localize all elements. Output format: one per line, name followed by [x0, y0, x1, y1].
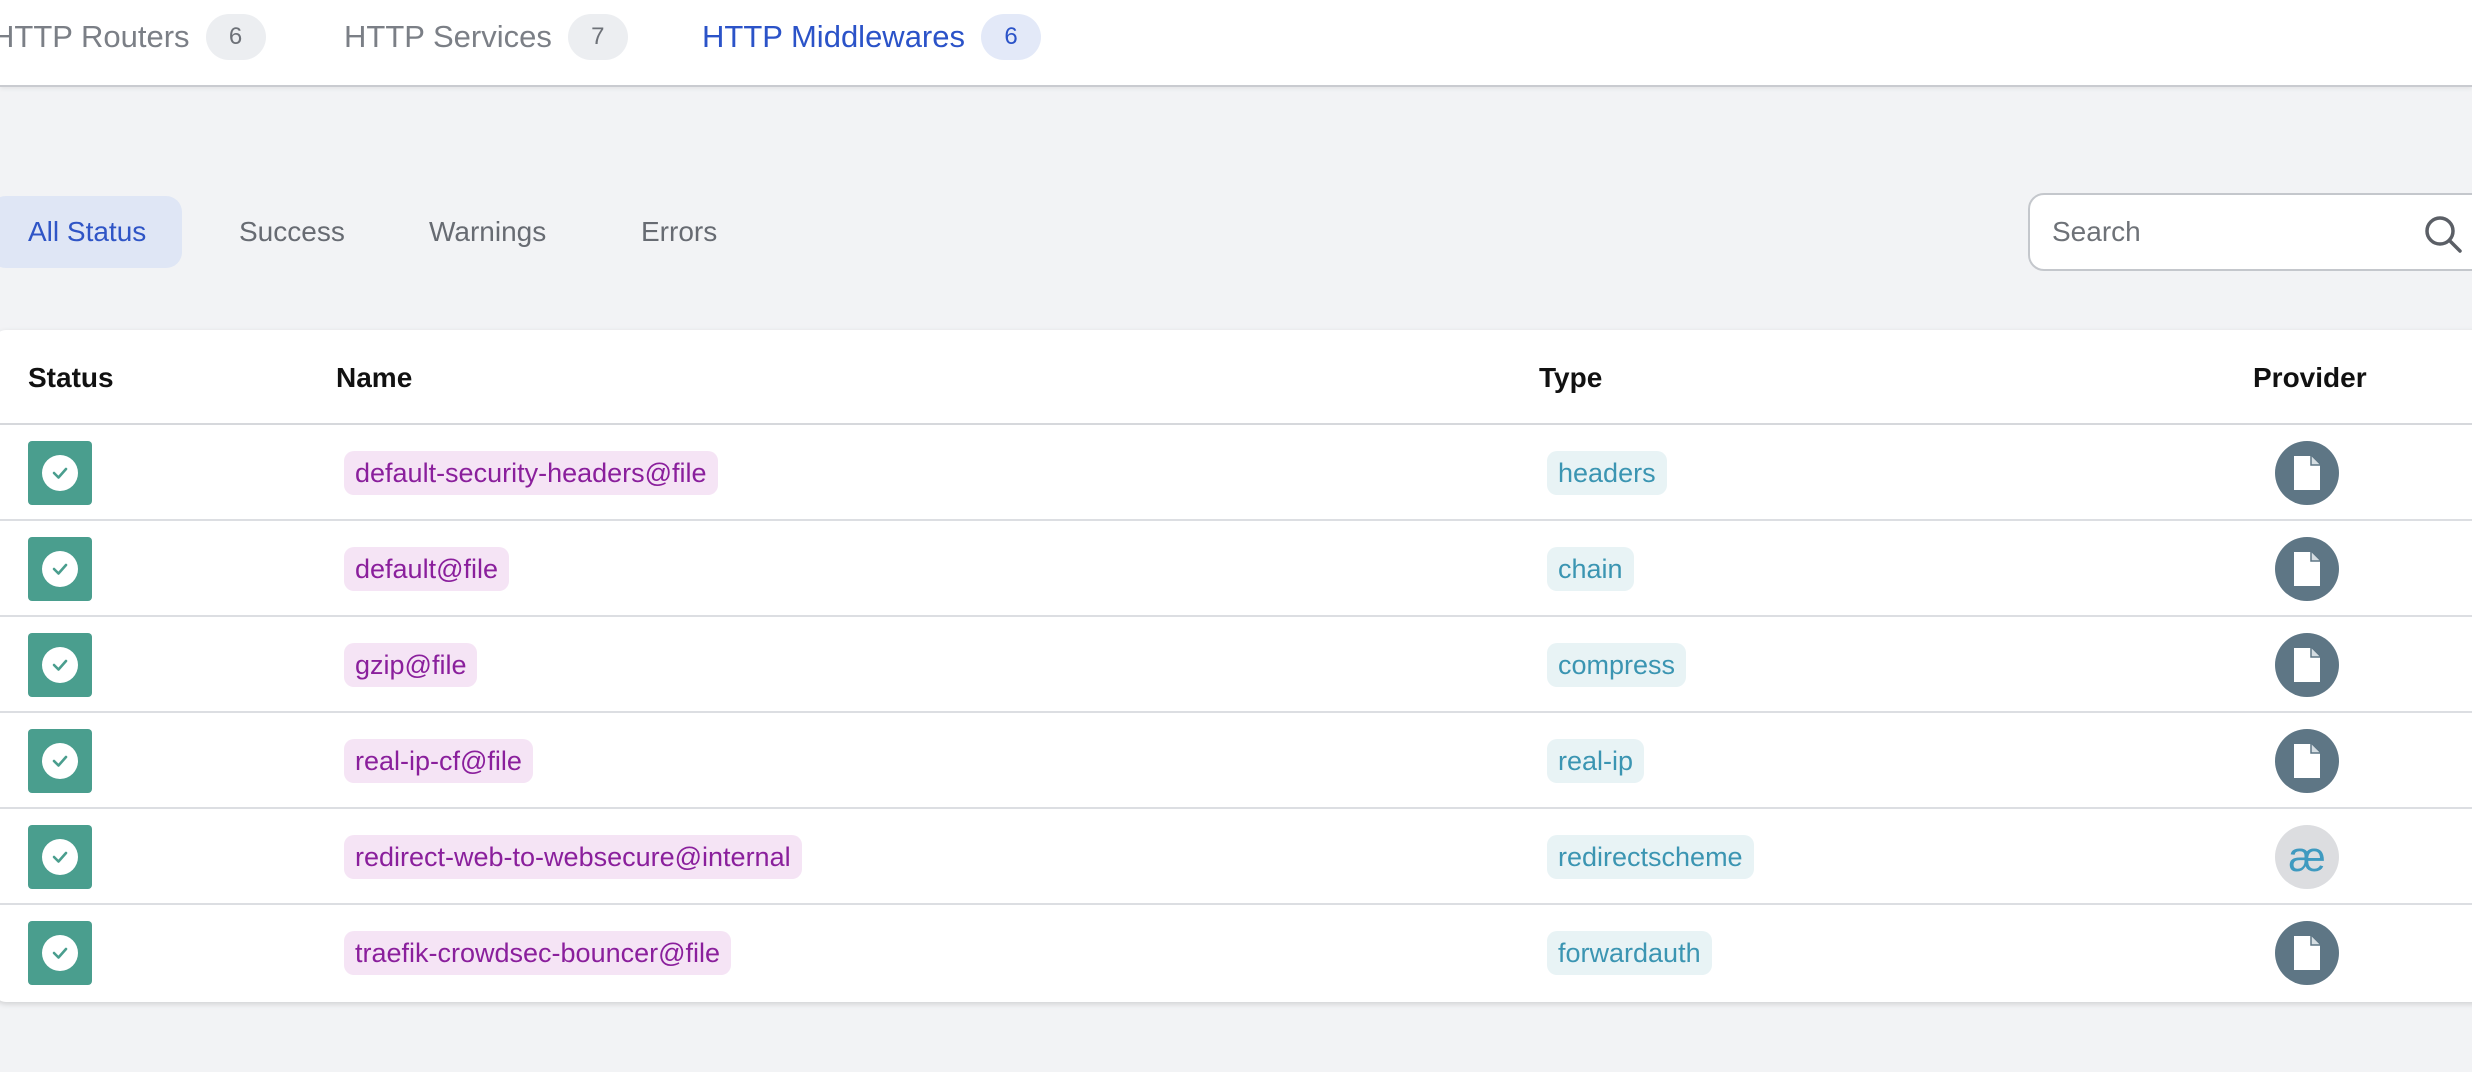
middleware-type: chain [1547, 547, 1634, 591]
check-icon [52, 659, 68, 671]
check-icon [52, 755, 68, 767]
file-provider-icon [2275, 633, 2339, 697]
middleware-name: real-ip-cf@file [344, 739, 533, 783]
search-icon[interactable] [2422, 213, 2464, 255]
middleware-name: default@file [344, 547, 509, 591]
top-tab-bar: HTTP Routers 6 HTTP Services 7 HTTP Midd… [0, 0, 2472, 87]
tab-label: HTTP Middlewares [702, 19, 966, 54]
status-success-badge [28, 633, 92, 697]
file-provider-icon [2275, 537, 2339, 601]
middleware-type: real-ip [1547, 739, 1645, 783]
middleware-type: compress [1547, 643, 1687, 687]
tab-count-badge: 6 [981, 14, 1042, 60]
filter-all-status[interactable]: All Status [0, 196, 182, 268]
search-input[interactable] [2052, 211, 2432, 253]
table-row[interactable]: gzip@file compress [0, 617, 2472, 713]
filter-success[interactable]: Success [239, 196, 345, 268]
file-provider-icon [2275, 921, 2339, 985]
file-provider-icon [2275, 729, 2339, 793]
table-header: Status Name Type Provider [0, 330, 2472, 425]
middleware-name: default-security-headers@file [344, 451, 718, 495]
column-header-provider[interactable]: Provider [2253, 362, 2367, 394]
check-icon [52, 563, 68, 575]
middleware-type: forwardauth [1547, 931, 1712, 975]
table-row[interactable]: traefik-crowdsec-bouncer@file forwardaut… [0, 905, 2472, 1001]
middleware-name: traefik-crowdsec-bouncer@file [344, 931, 732, 975]
table-row[interactable]: real-ip-cf@file real-ip [0, 713, 2472, 809]
tab-http-services[interactable]: HTTP Services 7 [344, 14, 628, 60]
tab-http-routers[interactable]: HTTP Routers 6 [0, 14, 266, 60]
file-provider-icon [2275, 441, 2339, 505]
tab-count-badge: 6 [205, 14, 266, 60]
tab-label: HTTP Services [344, 19, 552, 54]
check-icon [52, 851, 68, 863]
search-box [2028, 193, 2472, 271]
status-success-badge [28, 729, 92, 793]
table-row[interactable]: default-security-headers@file headers [0, 425, 2472, 521]
column-header-type[interactable]: Type [1539, 362, 1602, 394]
middleware-name: redirect-web-to-websecure@internal [344, 835, 802, 879]
check-icon [52, 467, 68, 479]
middleware-type: headers [1547, 451, 1667, 495]
tab-label: HTTP Routers [0, 19, 190, 54]
tab-count-badge: 7 [567, 14, 628, 60]
internal-provider-icon: æ [2275, 825, 2339, 889]
status-success-badge [28, 825, 92, 889]
check-icon [52, 947, 68, 959]
status-success-badge [28, 921, 92, 985]
status-success-badge [28, 537, 92, 601]
middleware-type: redirectscheme [1547, 835, 1754, 879]
column-header-status[interactable]: Status [28, 362, 114, 394]
column-header-name[interactable]: Name [336, 362, 412, 394]
filter-warnings[interactable]: Warnings [429, 196, 546, 268]
middleware-name: gzip@file [344, 643, 478, 687]
middlewares-table: Status Name Type Provider default-securi… [0, 330, 2472, 1002]
tab-http-middlewares[interactable]: HTTP Middlewares 6 [702, 14, 1042, 60]
table-row[interactable]: default@file chain [0, 521, 2472, 617]
table-row[interactable]: redirect-web-to-websecure@internal redir… [0, 809, 2472, 905]
filter-errors[interactable]: Errors [641, 196, 717, 268]
status-success-badge [28, 441, 92, 505]
